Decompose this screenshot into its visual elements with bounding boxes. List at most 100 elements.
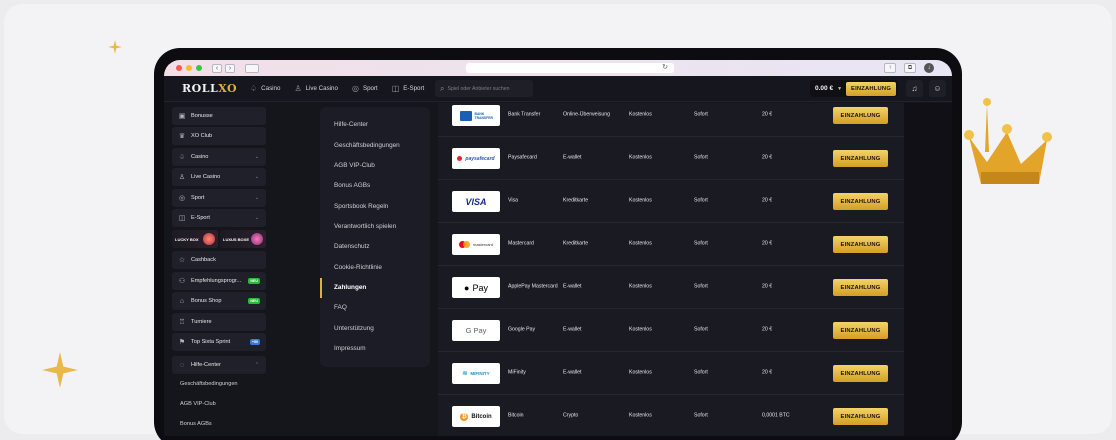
active-indicator (320, 278, 322, 298)
casino-icon: ♤ (250, 84, 258, 93)
chevron-down-icon: ⌄ (254, 195, 259, 201)
help-menu-item[interactable]: Unterstützung (334, 325, 374, 332)
payments-table: BANK TRANSFER Bank Transfer Online-Überw… (438, 103, 904, 436)
help-menu-item[interactable]: Datenschutz (334, 243, 370, 250)
dealer-icon: ♙ (178, 174, 186, 181)
user-icon[interactable]: ☺ (929, 80, 946, 97)
promo-banners: LUCKY BOX LUXUS BOXE (172, 230, 266, 248)
bank-transfer-logo: BANK TRANSFER (452, 105, 500, 126)
sidebar-item-cashback[interactable]: ☆ Cashback (172, 251, 266, 269)
promo-luxus-boxe[interactable]: LUXUS BOXE (220, 230, 266, 248)
count-badge: +50 (249, 339, 260, 345)
visa-logo: VISA (452, 191, 500, 212)
sidebar-item-casino[interactable]: ♤ Casino ⌄ (172, 148, 266, 166)
sidebar-item-sprint[interactable]: ⚑ Top Sixta Sprint +50 (172, 333, 266, 351)
help-menu-item[interactable]: Impressum (334, 345, 366, 352)
share-icon[interactable]: ↑ (884, 63, 896, 73)
paysafecard-logo: paysafecard (452, 148, 500, 169)
back-arrow-icon[interactable]: ‹ (212, 63, 222, 73)
forward-arrow-icon[interactable]: › (225, 63, 235, 73)
ball-icon: ◎ (351, 84, 359, 93)
sidebar-item-bonusse[interactable]: ▣ Bonusse (172, 107, 266, 125)
help-menu-item[interactable]: FAQ (334, 304, 347, 311)
sidebar-subitem-bonus-terms[interactable]: Bonus AGBs (180, 421, 212, 427)
deposit-button[interactable]: EINZAHLUNG (833, 150, 888, 167)
help-center-menu: Hilfe-Center Geschäftsbedingungen AGB VI… (320, 107, 430, 367)
deposit-button[interactable]: EINZAHLUNG (833, 193, 888, 210)
sidebar-item-sport[interactable]: ◎ Sport ⌄ (172, 189, 266, 207)
table-row: G Pay Google Pay E-wallet Kostenlos Sofo… (438, 309, 904, 352)
new-badge: NEU (248, 298, 260, 304)
deposit-button[interactable]: EINZAHLUNG (833, 279, 888, 296)
table-row: paysafecard Paysafecard E-wallet Kostenl… (438, 137, 904, 180)
sidebar-item-xo-club[interactable]: ♛ XO Club (172, 127, 266, 145)
help-menu-item[interactable]: Bonus AGBs (334, 182, 370, 189)
nav-sport[interactable]: ◎ Sport (352, 84, 378, 93)
mifinity-logo: ≋ MIFINITY (452, 363, 500, 384)
table-row: ≋ MIFINITY MiFinity E-wallet Kostenlos So… (438, 352, 904, 395)
sidebar-item-esport[interactable]: ◫ E-Sport ⌄ (172, 209, 266, 227)
sidebar-item-live-casino[interactable]: ♙ Live Casino ⌄ (172, 168, 266, 186)
balance-amount: 0.00 € (815, 85, 834, 92)
help-menu-item[interactable]: Verantwortlich spielen (334, 223, 396, 230)
shop-icon: ⌂ (179, 297, 185, 305)
bell-icon[interactable]: ♫ (906, 80, 923, 97)
deposit-button[interactable]: EINZAHLUNG (833, 236, 888, 253)
promo-lucky-box[interactable]: LUCKY BOX (172, 230, 218, 248)
sidebar-toggle-icon[interactable] (245, 63, 259, 73)
people-icon: ⚇ (178, 278, 186, 285)
help-icon: ◌ (179, 361, 185, 369)
table-row: ₿ Bitcoin Bitcoin Crypto Kostenlos Sofort… (438, 395, 904, 436)
reload-icon[interactable]: ↻ (662, 64, 668, 72)
sidebar-item-referral[interactable]: ⚇ Empfehlungsprogr... NEU (172, 272, 266, 290)
deposit-button[interactable]: EINZAHLUNG (833, 107, 888, 124)
help-menu-item[interactable]: Sportsbook Regeln (334, 203, 388, 210)
help-menu-item[interactable]: Hilfe-Center (334, 121, 368, 128)
chevron-down-icon[interactable]: ▼ (837, 86, 842, 92)
deposit-button[interactable]: EINZAHLUNG (833, 408, 888, 425)
chevron-up-icon: ⌃ (254, 362, 259, 368)
minimize-window-dot[interactable] (186, 65, 192, 71)
table-row: ● Pay ApplePay Mastercard E-wallet Kosten… (438, 266, 904, 309)
table-row: VISA Visa Kreditkarte Kostenlos Sofort 2… (438, 180, 904, 223)
sidebar-subitem-vip-terms[interactable]: AGB VIP-Club (180, 401, 216, 407)
nav-casino[interactable]: ♤ Casino (250, 84, 280, 93)
deposit-button[interactable]: EINZAHLUNG (833, 322, 888, 339)
close-window-dot[interactable] (176, 65, 182, 71)
site-logo[interactable]: ROLLXO (182, 82, 237, 95)
help-menu-item[interactable]: Geschäftsbedingungen (334, 142, 400, 149)
download-icon[interactable]: ↓ (924, 63, 934, 73)
apple-icon: ● (464, 282, 470, 293)
nav-esport[interactable]: ◫ E-Sport (392, 84, 425, 93)
sidebar-item-turniere[interactable]: ♖ Turniere (172, 313, 266, 331)
mastercard-logo: mastercard (452, 234, 500, 255)
tabs-icon[interactable]: ⧉ (904, 63, 916, 73)
nav-live-casino[interactable]: ♙ Live Casino (294, 84, 338, 93)
trophy-icon: ♖ (178, 319, 186, 326)
right-gutter (904, 103, 952, 436)
sidebar-subitem-terms[interactable]: Geschäftsbedingungen (180, 381, 238, 387)
app-screen: ‹ › ↻ ↑ ⧉ ↓ ROLLXO ♤ Casino ♙ Live Casino … (164, 60, 952, 436)
help-menu-item[interactable]: AGB VIP-Club (334, 162, 375, 169)
gift-icon: ▣ (178, 113, 186, 120)
help-menu-item[interactable]: Cookie-Richtlinie (334, 264, 382, 271)
sidebar-item-bonus-shop[interactable]: ⌂ Bonus Shop NEU (172, 292, 266, 310)
sparkle-icon (42, 352, 78, 388)
bitcoin-icon: ₿ (460, 412, 469, 421)
browser-toolbar: ‹ › ↻ ↑ ⧉ ↓ (164, 60, 952, 76)
sparkle-icon (108, 40, 122, 54)
apple-pay-logo: ● Pay (452, 277, 500, 298)
crown-icon (964, 98, 1052, 184)
dealer-icon: ♙ (294, 84, 302, 93)
luxus-box-icon (251, 233, 263, 245)
address-bar[interactable]: ↻ (466, 63, 674, 73)
search-input[interactable] (447, 85, 532, 92)
lucky-box-icon (203, 233, 215, 245)
sidebar-item-help-center[interactable]: ◌ Hilfe-Center ⌃ (172, 356, 266, 374)
maximize-window-dot[interactable] (196, 65, 202, 71)
deposit-button[interactable]: EINZAHLUNG (833, 365, 888, 382)
new-badge: NEU (248, 278, 260, 284)
laptop-frame: ‹ › ↻ ↑ ⧉ ↓ ROLLXO ♤ Casino ♙ Live Casino … (154, 48, 962, 440)
help-menu-item-active[interactable]: Zahlungen (334, 284, 366, 291)
search-icon: ⌕ (440, 83, 445, 93)
